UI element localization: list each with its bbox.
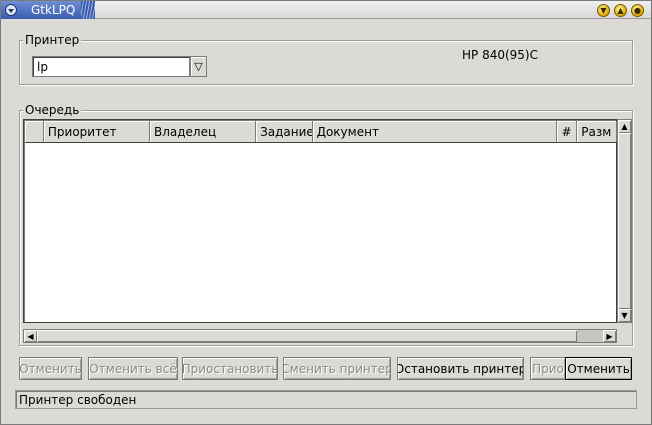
combo-dropdown-icon[interactable]: ▽ (190, 56, 207, 77)
column-header-owner[interactable]: Владелец (150, 121, 257, 142)
column-header-document[interactable]: Документ (313, 121, 558, 142)
cancel-job-button[interactable]: Отменить (19, 357, 82, 380)
maximize-icon[interactable]: ▲ (614, 4, 627, 17)
column-header-number[interactable]: # (557, 121, 578, 142)
title-bar[interactable]: GtkLPQ ▼ ▲ ● (1, 1, 651, 19)
stop-printer-button[interactable]: Остановить принтер (397, 357, 524, 380)
column-header-size[interactable]: Разм (577, 121, 617, 142)
title-grip (81, 1, 95, 19)
scroll-down-icon[interactable]: ▼ (618, 309, 631, 322)
close-icon[interactable]: ● (631, 4, 644, 17)
vertical-scroll-thumb[interactable] (618, 133, 631, 309)
main-window: GtkLPQ ▼ ▲ ● Принтер lp ▽ HP 840(95)C Оч… (0, 0, 652, 425)
scroll-up-icon[interactable]: ▲ (618, 120, 631, 133)
column-header-select[interactable] (25, 121, 44, 142)
printer-group-label: Принтер (23, 33, 82, 47)
printer-model-label: HP 840(95)C (462, 48, 538, 62)
horizontal-scroll-thumb[interactable] (37, 330, 577, 342)
queue-table[interactable]: Приоритет Владелец Задание Документ # Ра… (23, 119, 617, 323)
column-header-priority[interactable]: Приоритет (44, 121, 150, 142)
scroll-right-icon[interactable]: ▶ (603, 330, 616, 342)
queue-group-label: Очередь (23, 103, 82, 117)
table-header: Приоритет Владелец Задание Документ # Ра… (25, 121, 617, 143)
vertical-scrollbar[interactable]: ▲ ▼ (617, 119, 632, 323)
status-bar: Принтер свободен (15, 390, 637, 409)
change-printer-button[interactable]: Сменить принтер (283, 357, 391, 380)
minimize-icon[interactable]: ▼ (597, 4, 610, 17)
column-header-job[interactable]: Задание (256, 121, 313, 142)
scroll-left-icon[interactable]: ◀ (24, 330, 37, 342)
cancel-all-button[interactable]: Отменить всё (88, 357, 178, 380)
close-button[interactable]: Отменить (565, 357, 632, 380)
pause-button[interactable]: Приостановить (182, 357, 278, 380)
prio-button[interactable]: Прио (530, 357, 566, 380)
printer-combo-input[interactable]: lp (32, 56, 190, 77)
window-menu-icon[interactable] (5, 4, 17, 16)
window-title: GtkLPQ (31, 3, 76, 17)
horizontal-scrollbar[interactable]: ◀ ▶ (23, 329, 617, 343)
